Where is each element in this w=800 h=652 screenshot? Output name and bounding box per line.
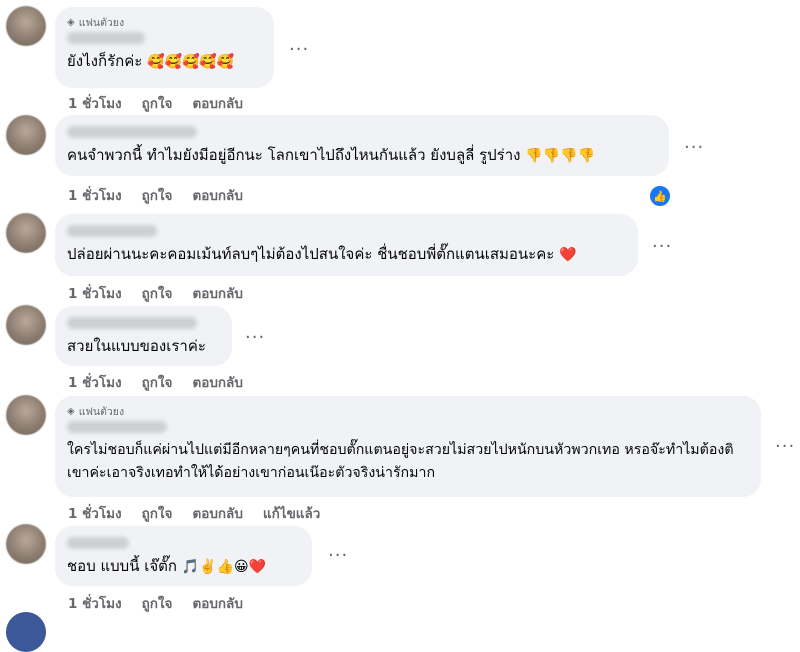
- commenter-name[interactable]: [67, 225, 157, 237]
- reply-button[interactable]: ตอบกลับ: [192, 592, 242, 614]
- comment-text-body: ยังไงก็รักค่ะ: [67, 52, 143, 70]
- avatar[interactable]: [6, 612, 46, 652]
- comment-bubble: คนจำพวกนี้ ทำไมยังมีอยู่อีกนะ โลกเขาไปถึ…: [55, 115, 669, 176]
- badge-label: แฟนตัวยง: [78, 16, 125, 29]
- comment-text-body: คนจำพวกนี้ ทำไมยังมีอยู่อีกนะ โลกเขาไปถึ…: [67, 146, 521, 164]
- comment-text: ยังไงก็รักค่ะ 🥰🥰🥰🥰🥰: [67, 50, 262, 73]
- commenter-name[interactable]: [67, 317, 197, 329]
- comment-text: ปล่อยผ่านนะคะคอมเม้นท์ลบๆไม่ต้องไปสนใจค่…: [67, 243, 626, 266]
- commenter-name[interactable]: [67, 421, 167, 433]
- commenter-name[interactable]: [67, 537, 129, 549]
- comment-text: คนจำพวกนี้ ทำไมยังมีอยู่อีกนะ โลกเขาไปถึ…: [67, 144, 657, 167]
- more-options-icon[interactable]: ···: [289, 41, 309, 59]
- avatar[interactable]: [6, 6, 46, 46]
- like-button[interactable]: ถูกใจ: [142, 502, 173, 524]
- comment-actions: 1 ชั่วโมง ถูกใจ ตอบกลับ แก้ไขแล้ว: [68, 502, 320, 524]
- comment-bubble: ◈ แฟนตัวยง ใครไม่ชอบก็แค่ผ่านไปแต่มีอีกห…: [55, 396, 761, 497]
- comment-emojis: 🎵✌️👍😀❤️: [181, 559, 267, 575]
- commenter-name[interactable]: [67, 126, 197, 138]
- comment-text-body: ปล่อยผ่านนะคะคอมเม้นท์ลบๆไม่ต้องไปสนใจค่…: [67, 245, 555, 263]
- more-options-icon[interactable]: ···: [775, 438, 795, 456]
- like-button[interactable]: ถูกใจ: [142, 592, 173, 614]
- like-button[interactable]: ถูกใจ: [142, 92, 173, 114]
- comment-bubble: ชอบ แบบนี้ เจ๊ตั๊ก 🎵✌️👍😀❤️: [55, 526, 312, 586]
- like-button[interactable]: ถูกใจ: [142, 184, 173, 206]
- more-options-icon[interactable]: ···: [328, 547, 348, 565]
- comment-text-body: ชอบ แบบนี้ เจ๊ตั๊ก: [67, 557, 177, 575]
- edited-label: แก้ไขแล้ว: [262, 506, 321, 522]
- reply-button[interactable]: ตอบกลับ: [192, 371, 242, 393]
- timestamp[interactable]: 1 ชั่วโมง: [68, 502, 122, 524]
- comment-text: ใครไม่ชอบก็แค่ผ่านไปแต่มีอีกหลายๆคนที่ชอ…: [67, 439, 749, 485]
- avatar[interactable]: [6, 115, 46, 155]
- avatar[interactable]: [6, 524, 46, 564]
- timestamp[interactable]: 1 ชั่วโมง: [68, 592, 122, 614]
- commenter-name[interactable]: [67, 32, 145, 44]
- comment-actions: 1 ชั่วโมง ถูกใจ ตอบกลับ: [68, 371, 243, 393]
- avatar[interactable]: [6, 305, 46, 345]
- timestamp[interactable]: 1 ชั่วโมง: [68, 371, 122, 393]
- comment-actions: 1 ชั่วโมง ถูกใจ ตอบกลับ: [68, 184, 243, 206]
- top-fan-badge: ◈ แฟนตัวยง: [67, 15, 262, 29]
- comment-bubble: ปล่อยผ่านนะคะคอมเม้นท์ลบๆไม่ต้องไปสนใจค่…: [55, 214, 638, 276]
- diamond-icon: ◈: [67, 405, 75, 417]
- avatar[interactable]: [6, 213, 46, 253]
- comment-emojis: ❤️: [559, 247, 577, 263]
- comment-text-body: สวยในแบบของเราค่ะ: [67, 337, 206, 355]
- timestamp[interactable]: 1 ชั่วโมง: [68, 282, 122, 304]
- comment-text-body: ใครไม่ชอบก็แค่ผ่านไปแต่มีอีกหลายๆคนที่ชอ…: [67, 442, 734, 481]
- more-options-icon[interactable]: ···: [652, 238, 672, 256]
- comment-actions: 1 ชั่วโมง ถูกใจ ตอบกลับ: [68, 92, 243, 114]
- comment-actions: 1 ชั่วโมง ถูกใจ ตอบกลับ: [68, 592, 243, 614]
- comment-text: สวยในแบบของเราค่ะ: [67, 335, 220, 357]
- reply-button[interactable]: ตอบกลับ: [192, 92, 242, 114]
- comment-bubble: สวยในแบบของเราค่ะ: [55, 306, 232, 366]
- reply-button[interactable]: ตอบกลับ: [192, 184, 242, 206]
- comment-emojis: 👎👎👎👎: [525, 148, 595, 164]
- comment-emojis: 🥰🥰🥰🥰🥰: [147, 54, 235, 70]
- reply-button[interactable]: ตอบกลับ: [192, 502, 242, 524]
- comment-text: ชอบ แบบนี้ เจ๊ตั๊ก 🎵✌️👍😀❤️: [67, 555, 300, 578]
- diamond-icon: ◈: [67, 16, 75, 28]
- thumbs-up-icon[interactable]: 👍: [648, 184, 672, 208]
- like-button[interactable]: ถูกใจ: [142, 282, 173, 304]
- timestamp[interactable]: 1 ชั่วโมง: [68, 184, 122, 206]
- like-button[interactable]: ถูกใจ: [142, 371, 173, 393]
- comment-bubble: ◈ แฟนตัวยง ยังไงก็รักค่ะ 🥰🥰🥰🥰🥰: [55, 7, 274, 88]
- more-options-icon[interactable]: ···: [245, 329, 265, 347]
- avatar[interactable]: [6, 395, 46, 435]
- comment-actions: 1 ชั่วโมง ถูกใจ ตอบกลับ: [68, 282, 243, 304]
- top-fan-badge: ◈ แฟนตัวยง: [67, 404, 749, 418]
- more-options-icon[interactable]: ···: [684, 139, 704, 157]
- timestamp[interactable]: 1 ชั่วโมง: [68, 92, 122, 114]
- reply-button[interactable]: ตอบกลับ: [192, 282, 242, 304]
- badge-label: แฟนตัวยง: [78, 405, 125, 418]
